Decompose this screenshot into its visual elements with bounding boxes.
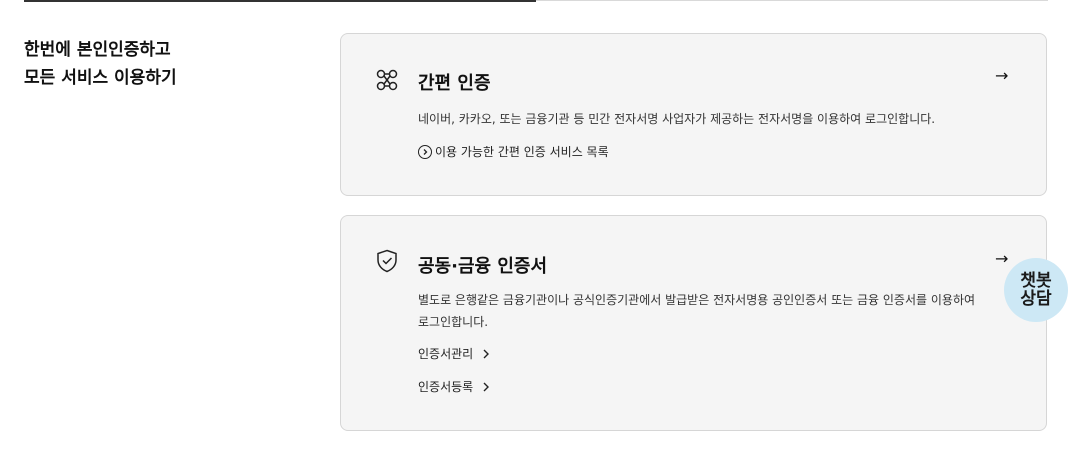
certificate-arrow-icon[interactable]: →	[995, 249, 1008, 268]
chatbot-label-line1: 챗봇	[1020, 271, 1052, 291]
shield-check-icon	[374, 248, 400, 274]
chevron-right-icon	[482, 382, 490, 392]
simple-auth-description: 네이버, 카카오, 또는 금융기관 등 민간 전자서명 사업자가 제공하는 전자…	[418, 112, 936, 126]
simple-auth-arrow-icon[interactable]: →	[995, 66, 1008, 85]
certificate-title: 공동·금융 인증서	[418, 256, 548, 277]
section-title-line1: 한번에 본인인증하고	[24, 40, 171, 60]
certificate-manage-label: 인증서관리	[418, 347, 474, 361]
chatbot-label-line2: 상담	[1020, 289, 1052, 309]
simple-auth-service-list-label: 이용 가능한 간편 인증 서비스 목록	[435, 145, 609, 159]
tab-active-indicator	[24, 0, 536, 2]
chevron-right-icon	[482, 349, 490, 359]
simple-auth-card[interactable]: 간편 인증 → 네이버, 카카오, 또는 금융기관 등 민간 전자서명 사업자가…	[340, 33, 1047, 196]
certificate-manage-link[interactable]: 인증서관리	[418, 345, 490, 362]
certificate-register-label: 인증서등록	[418, 380, 474, 394]
certificate-description: 별도로 은행같은 금융기관이나 공식인증기관에서 발급받은 전자서명용 공인인증…	[418, 293, 976, 329]
network-icon	[374, 67, 400, 93]
section-title: 한번에 본인인증하고 모든 서비스 이용하기	[24, 36, 304, 92]
chatbot-button[interactable]: 챗봇 상담	[1004, 258, 1068, 322]
simple-auth-title: 간편 인증	[418, 73, 491, 94]
certificate-card[interactable]: 공동·금융 인증서 → 별도로 은행같은 금융기관이나 공식인증기관에서 발급받…	[340, 215, 1047, 431]
certificate-register-link[interactable]: 인증서등록	[418, 378, 490, 395]
simple-auth-service-list-link[interactable]: 이용 가능한 간편 인증 서비스 목록	[418, 143, 609, 160]
section-title-line2: 모든 서비스 이용하기	[24, 68, 177, 88]
chevron-right-circle-icon	[418, 144, 432, 159]
